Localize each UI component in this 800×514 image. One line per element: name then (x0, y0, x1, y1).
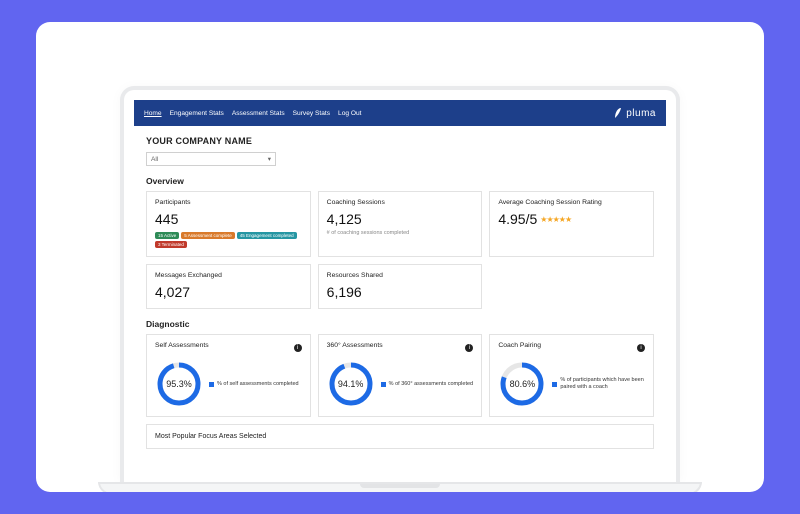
badge-engagement: 45 Engagement completed (237, 232, 297, 239)
legend: % of 360° assessments completed (381, 381, 473, 388)
card-coaching-sessions: Coaching Sessions 4,125 # of coaching se… (318, 191, 483, 257)
info-icon[interactable]: i (465, 344, 473, 352)
overview-row-2: Messages Exchanged 4,027 Resources Share… (146, 264, 654, 309)
nav-engagement-stats[interactable]: Engagement Stats (170, 108, 224, 119)
donut-self: 95.3% (155, 360, 203, 408)
donut-pct: 95.3% (155, 360, 203, 408)
badge-active: 15 Active (155, 232, 179, 239)
rating-value: 4.95/5 (498, 211, 537, 227)
card-label: Resources Shared (327, 272, 474, 279)
card-participants: Participants 445 15 Active 5 Assessment … (146, 191, 311, 257)
card-focus-areas: Most Popular Focus Areas Selected (146, 424, 654, 449)
donut-pct: 94.1% (327, 360, 375, 408)
card-coach-pairing: Coach Pairing i 80.6% (489, 334, 654, 417)
section-overview-title: Overview (146, 176, 654, 186)
backdrop: Home Engagement Stats Assessment Stats S… (36, 22, 764, 492)
feather-icon (614, 107, 622, 119)
card-value: 4,027 (155, 284, 302, 300)
card-label: Coach Pairing (498, 342, 541, 349)
filter-value: All (151, 156, 158, 163)
card-session-rating: Average Coaching Session Rating 4.95/5 ★… (489, 191, 654, 257)
screen-frame: Home Engagement Stats Assessment Stats S… (120, 86, 680, 482)
chevron-down-icon: ▾ (268, 155, 271, 163)
donut-pairing: 80.6% (498, 360, 546, 408)
section-diagnostic-title: Diagnostic (146, 319, 654, 329)
card-label: Messages Exchanged (155, 272, 302, 279)
brand-text: pluma (626, 108, 656, 119)
legend: % of participants which have been paired… (552, 377, 645, 390)
nav-links: Home Engagement Stats Assessment Stats S… (144, 108, 362, 119)
badge-terminated: 3 Terminated (155, 241, 187, 248)
card-label: Participants (155, 199, 302, 206)
badge-assessment: 5 Assessment complete (181, 232, 235, 239)
card-note: # of coaching sessions completed (327, 230, 474, 236)
brand-logo: pluma (614, 107, 656, 119)
card-messages: Messages Exchanged 4,027 (146, 264, 311, 309)
filter-dropdown[interactable]: All ▾ (146, 152, 276, 166)
card-value: 4,125 (327, 211, 474, 227)
participants-badges: 15 Active 5 Assessment complete 45 Engag… (155, 232, 302, 248)
company-name: YOUR COMPANY NAME (146, 136, 654, 146)
laptop-mockup: Home Engagement Stats Assessment Stats S… (120, 86, 680, 492)
card-label: Most Popular Focus Areas Selected (155, 433, 266, 440)
app-screen: Home Engagement Stats Assessment Stats S… (134, 100, 666, 482)
card-label: Coaching Sessions (327, 199, 474, 206)
overview-row-1: Participants 445 15 Active 5 Assessment … (146, 191, 654, 257)
card-label: Self Assessments (155, 342, 209, 349)
legend: % of self assessments completed (209, 381, 299, 388)
card-resources: Resources Shared 6,196 (318, 264, 483, 309)
page-content: YOUR COMPANY NAME All ▾ Overview Partici… (134, 126, 666, 459)
card-label: Average Coaching Session Rating (498, 199, 645, 206)
nav-home[interactable]: Home (144, 108, 162, 119)
donut-pct: 80.6% (498, 360, 546, 408)
card-self-assessments: Self Assessments i 95.3% (146, 334, 311, 417)
nav-survey-stats[interactable]: Survey Stats (293, 108, 330, 119)
card-value: 6,196 (327, 284, 474, 300)
star-icons: ★★★★★ (540, 215, 571, 224)
top-nav-bar: Home Engagement Stats Assessment Stats S… (134, 100, 666, 126)
laptop-base (98, 482, 702, 492)
card-label: 360° Assessments (327, 342, 383, 349)
card-360-assessments: 360° Assessments i 94.1% (318, 334, 483, 417)
info-icon[interactable]: i (294, 344, 302, 352)
nav-assessment-stats[interactable]: Assessment Stats (232, 108, 285, 119)
card-value: 445 (155, 211, 302, 227)
diagnostic-row: Self Assessments i 95.3% (146, 334, 654, 417)
info-icon[interactable]: i (637, 344, 645, 352)
donut-360: 94.1% (327, 360, 375, 408)
nav-log-out[interactable]: Log Out (338, 108, 361, 119)
